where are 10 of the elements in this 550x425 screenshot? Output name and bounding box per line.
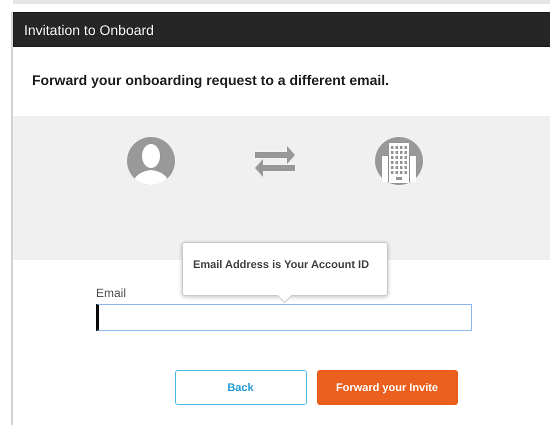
heading: Forward your onboarding request to a different email.	[31, 71, 390, 90]
building-icon	[374, 136, 424, 186]
swap-arrows-icon	[254, 145, 296, 177]
forward-button[interactable]: Forward your Invite	[316, 370, 458, 405]
email-label: Email	[96, 286, 128, 302]
window-title: Invitation to Onboard	[24, 22, 154, 38]
email-field[interactable]	[96, 304, 472, 331]
back-button[interactable]: Back	[174, 370, 306, 405]
tooltip-text: Email Address is Your Account ID	[193, 259, 370, 271]
person-avatar-icon	[126, 136, 176, 186]
